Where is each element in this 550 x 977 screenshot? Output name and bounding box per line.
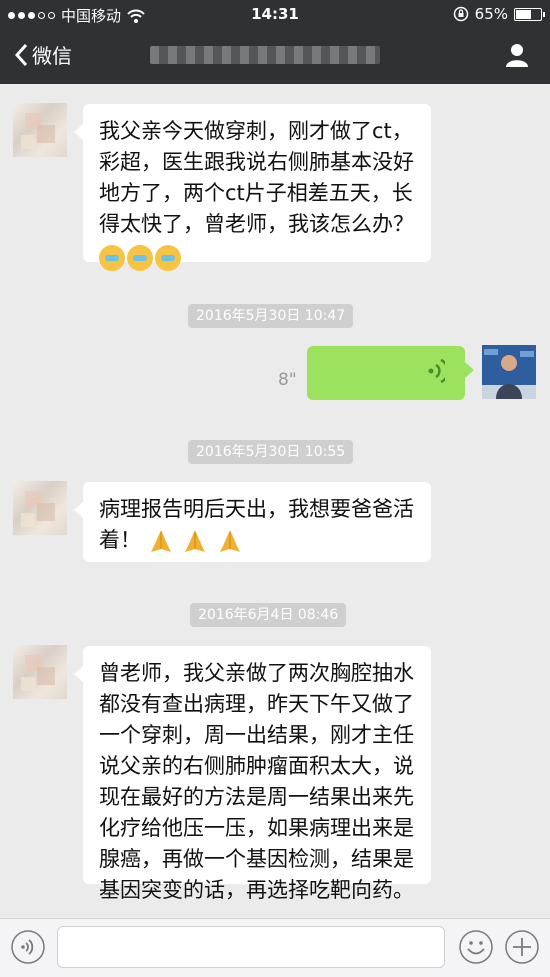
crying-emoji-icon xyxy=(127,245,153,271)
status-bar: 中国移动 14:31 65% xyxy=(0,0,550,28)
avatar-photo xyxy=(482,345,536,399)
praying-hands-icon xyxy=(220,530,241,552)
orientation-lock-icon xyxy=(453,6,468,22)
message-text: 都没有查出病理，昨天下午又做了 xyxy=(99,692,414,716)
message-text: 曾老师，我父亲做了两次胸腔抽水 xyxy=(99,661,414,685)
contact-avatar[interactable] xyxy=(13,481,67,535)
message-text: 腺癌，再做一个基因检测，结果是 xyxy=(99,847,414,871)
more-button[interactable] xyxy=(504,929,540,965)
chat-header: 微信 xyxy=(0,28,550,84)
contact-avatar[interactable] xyxy=(13,103,67,157)
voice-input-button[interactable] xyxy=(10,929,46,965)
praying-hands-icon xyxy=(150,530,171,552)
message-text: 着！ xyxy=(99,528,141,552)
my-avatar[interactable] xyxy=(482,345,536,399)
crying-emoji-icon xyxy=(99,245,125,271)
chat-title-blurred xyxy=(150,46,380,64)
message-text: 一个穿刺，周一出结果，刚才主任 xyxy=(99,723,414,747)
message-text: 病理报告明后天出，我想要爸爸活 xyxy=(99,497,414,521)
input-bar xyxy=(0,918,550,977)
message-text: 地方了，两个ct片子相差五天，长 xyxy=(99,181,413,205)
back-button[interactable]: 微信 xyxy=(14,40,72,69)
battery-icon xyxy=(514,7,545,21)
voice-input-icon xyxy=(11,930,45,964)
emoji-button[interactable] xyxy=(458,929,494,965)
message-text: 现在最好的方法是周一结果出来先 xyxy=(99,785,414,809)
emoji-icon xyxy=(459,930,493,964)
contact-avatar[interactable] xyxy=(13,645,67,699)
emoji-row xyxy=(99,242,415,273)
person-icon xyxy=(506,44,528,67)
message-text: 化疗给他压一压，如果病理出来是 xyxy=(99,816,414,840)
message-input[interactable] xyxy=(57,926,445,968)
message-bubble-1[interactable]: 我父亲今天做穿刺，刚才做了ct， 彩超，医生跟我说右侧肺基本没好 地方了，两个c… xyxy=(74,104,431,271)
voice-message-bubble[interactable] xyxy=(307,346,474,400)
voice-duration: 8" xyxy=(278,370,297,390)
back-label: 微信 xyxy=(32,44,72,68)
timestamp: 2016年6月4日 08:46 xyxy=(190,603,347,627)
battery-percent: 65% xyxy=(474,5,508,23)
profile-button[interactable] xyxy=(504,42,530,72)
voice-wave-icon xyxy=(428,358,445,384)
message-text: 彩超，医生跟我说右侧肺基本没好 xyxy=(99,150,414,174)
message-text: 得太快了，曾老师，我该怎么办？ xyxy=(99,212,414,236)
crying-emoji-icon xyxy=(155,245,181,271)
message-line: 着！ xyxy=(99,525,415,556)
timestamp: 2016年5月30日 10:55 xyxy=(188,440,354,464)
message-bubble-3[interactable]: 曾老师，我父亲做了两次胸腔抽水 都没有查出病理，昨天下午又做了 一个穿刺，周一出… xyxy=(74,646,431,902)
status-right: 65% xyxy=(453,5,545,23)
chevron-left-icon xyxy=(14,43,28,66)
message-text: 基因突变的话，再选择吃靶向药。 xyxy=(99,878,414,902)
plus-icon xyxy=(505,930,539,964)
praying-hands-icon xyxy=(185,530,206,552)
message-text: 说父亲的右侧肺肿瘤面积太大，说 xyxy=(99,754,414,778)
message-bubble-2[interactable]: 病理报告明后天出，我想要爸爸活 着！ xyxy=(74,482,431,562)
timestamp: 2016年5月30日 10:47 xyxy=(188,304,354,328)
message-text: 我父亲今天做穿刺，刚才做了ct， xyxy=(99,119,413,143)
